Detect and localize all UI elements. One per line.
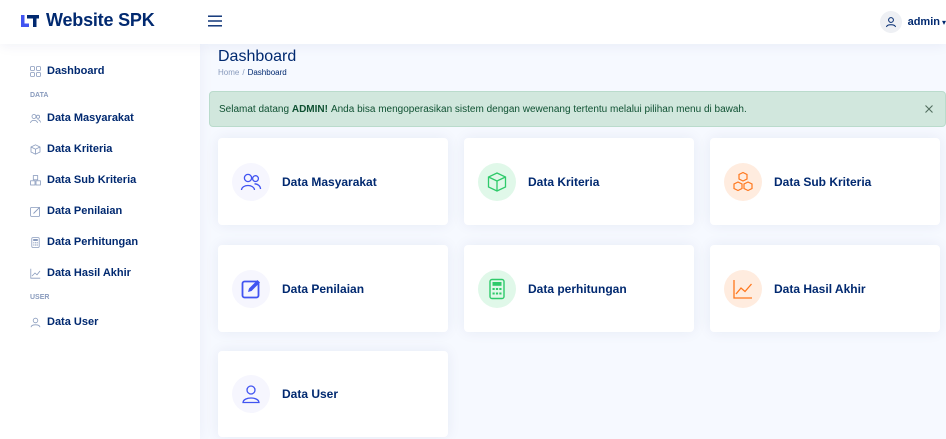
box-icon (487, 171, 507, 192)
boxes-icon (733, 171, 753, 191)
page-title: Dashboard (218, 48, 297, 65)
app-title: Website SPK (46, 10, 155, 30)
card-data-sub-kriteria[interactable]: Data Sub Kriteria (710, 138, 940, 225)
card-label: Data Sub Kriteria (774, 174, 872, 189)
card-data-kriteria[interactable]: Data Kriteria (464, 138, 694, 225)
chevron-down-icon: ▾ (941, 17, 946, 27)
card-data-hasil-akhir[interactable]: Data Hasil Akhir (710, 245, 940, 332)
breadcrumb-home[interactable]: Home (218, 68, 239, 77)
logo[interactable]: Website SPK (20, 10, 155, 31)
sidebar-item-data-masyarakat[interactable]: Data Masyarakat (30, 112, 134, 124)
sidebar-item-dashboard[interactable]: Dashboard (30, 65, 104, 77)
alert-prefix: Selamat datang (219, 103, 290, 115)
sidebar-item-label: Data Masyarakat (47, 112, 134, 124)
sidebar-item-data-kriteria[interactable]: Data Kriteria (30, 143, 112, 155)
sidebar-item-data-hasil-akhir[interactable]: Data Hasil Akhir (30, 267, 131, 279)
calculator-icon (30, 236, 41, 248)
card-label: Data Hasil Akhir (774, 281, 866, 296)
alert-message: Anda bisa mengoperasikan sistem dengan w… (330, 103, 747, 115)
breadcrumb-separator: / (242, 68, 245, 77)
card-icon-circle (232, 162, 270, 201)
card-data-penilaian[interactable]: Data Penilaian (218, 245, 448, 332)
person-icon (885, 17, 896, 28)
graph-icon (733, 279, 752, 299)
sidebar-item-label: Data Sub Kriteria (47, 174, 137, 186)
top-header: Website SPK admin ▾ (0, 0, 946, 44)
sidebar-heading-data: DATA (30, 92, 49, 99)
sidebar-item-label: Data User (47, 316, 99, 328)
sidebar-item-label: Data Hasil Akhir (47, 267, 131, 279)
calculator-icon (489, 278, 505, 299)
breadcrumb: Home / Dashboard (218, 68, 287, 77)
users-icon (240, 173, 262, 190)
avatar (879, 11, 902, 33)
username: admin (907, 16, 940, 28)
logo-icon (21, 14, 39, 27)
card-icon-circle (232, 375, 270, 413)
edit-icon (30, 206, 41, 217)
sidebar-heading-user: USER (30, 294, 50, 301)
sidebar: Dashboard DATA Data Masyarakat Data Krit… (0, 44, 200, 439)
graph-icon (30, 268, 41, 279)
sidebar-item-label: Data Penilaian (47, 205, 123, 217)
alert-user: ADMIN! (291, 103, 328, 115)
box-icon (30, 143, 41, 155)
card-data-masyarakat[interactable]: Data Masyarakat (218, 138, 448, 225)
users-icon (30, 113, 41, 124)
card-data-user[interactable]: Data User (218, 351, 448, 437)
boxes-icon (30, 174, 41, 186)
card-data-perhitungan[interactable]: Data perhitungan (464, 245, 694, 332)
edit-icon (241, 279, 260, 298)
sidebar-item-label: Data Perhitungan (47, 236, 139, 248)
card-icon-circle (478, 162, 516, 201)
sidebar-item-data-sub-kriteria[interactable]: Data Sub Kriteria (30, 174, 136, 186)
card-icon-circle (724, 269, 762, 308)
user-menu[interactable]: admin ▾ (879, 11, 946, 33)
sidebar-item-label: Data Kriteria (47, 143, 113, 155)
card-icon-circle (232, 269, 270, 308)
sidebar-item-label: Dashboard (47, 65, 105, 77)
grid-icon (30, 65, 41, 77)
menu-toggle-icon[interactable] (207, 13, 223, 29)
welcome-alert: Selamat datang ADMIN! Anda bisa mengopera… (209, 91, 946, 127)
sidebar-item-data-user[interactable]: Data User (30, 316, 98, 328)
sidebar-item-data-perhitungan[interactable]: Data Perhitungan (30, 236, 138, 248)
card-label: Data Masyarakat (282, 174, 377, 189)
close-icon[interactable] (922, 102, 936, 116)
card-icon-circle (724, 162, 762, 201)
card-label: Data perhitungan (528, 281, 627, 296)
person-icon (242, 385, 260, 404)
card-label: Data Penilaian (282, 281, 365, 296)
person-icon (30, 317, 41, 328)
card-label: Data User (282, 387, 339, 401)
card-icon-circle (478, 269, 516, 308)
breadcrumb-current: Dashboard (247, 68, 287, 77)
sidebar-item-data-penilaian[interactable]: Data Penilaian (30, 205, 122, 217)
card-label: Data Kriteria (528, 174, 600, 189)
